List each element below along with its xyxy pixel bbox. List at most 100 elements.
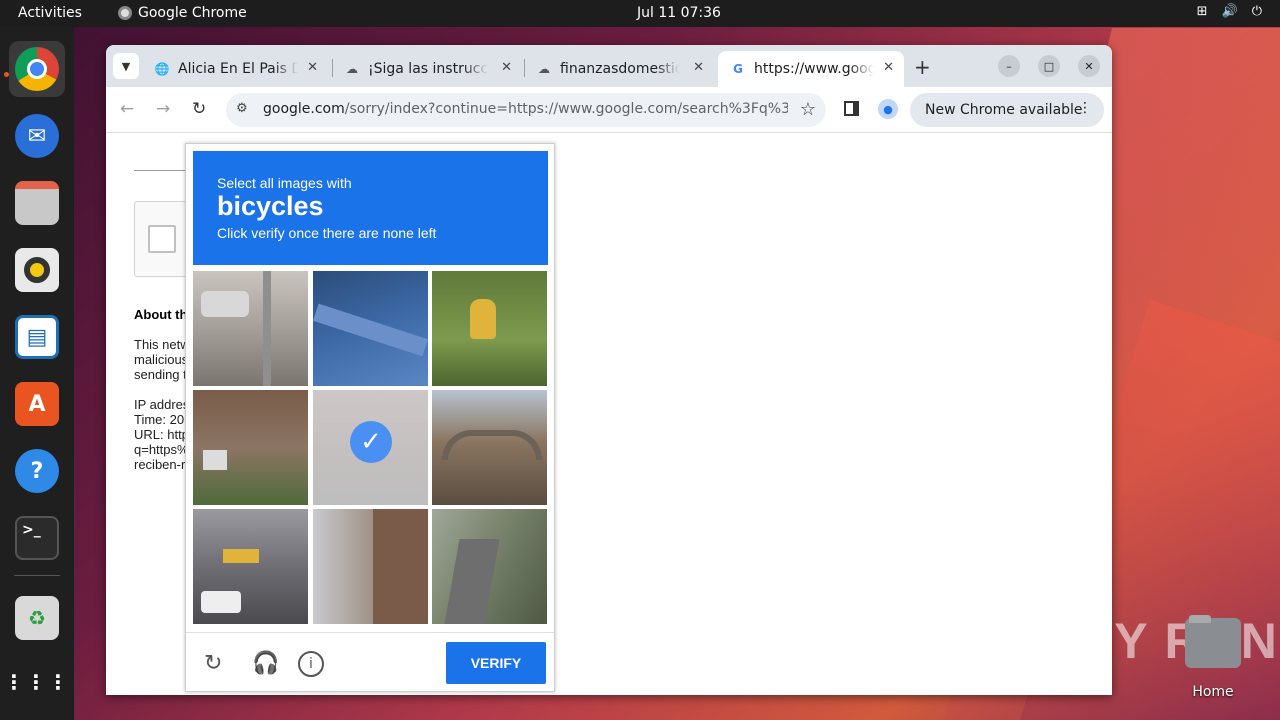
volume-icon: 🔊 xyxy=(1221,4,1238,19)
network-icon: ⊞ xyxy=(1196,4,1208,19)
tab-2[interactable]: ☁ ¡Siga las instrucciones ✕ xyxy=(332,51,522,87)
tab-title: ¡Siga las instrucciones xyxy=(368,61,488,77)
clock[interactable]: Jul 11 07:36 xyxy=(637,5,721,21)
thunderbird-icon: ✉ xyxy=(15,114,59,158)
dock-terminal[interactable]: >_ xyxy=(9,510,65,566)
files-icon xyxy=(15,181,59,225)
image-tile[interactable] xyxy=(193,271,308,386)
help-icon: ? xyxy=(15,449,59,493)
info-icon[interactable]: i xyxy=(298,651,324,677)
recaptcha-checkbox[interactable] xyxy=(148,225,176,253)
dock-files[interactable] xyxy=(9,175,65,231)
side-panel-icon[interactable] xyxy=(844,101,859,116)
dock-rhythmbox[interactable] xyxy=(9,242,65,298)
challenge-target: bicycles xyxy=(217,191,324,221)
info-line: Time: 20 xyxy=(134,412,185,427)
libreoffice-writer-icon: ▤ xyxy=(15,315,59,359)
globe-icon: 🌐 xyxy=(154,62,170,76)
info-line: reciben-r xyxy=(134,457,186,472)
verify-button[interactable]: VERIFY xyxy=(446,642,546,684)
trash-icon: ♻ xyxy=(15,596,59,640)
reload-button[interactable]: ↻ xyxy=(192,99,206,119)
minimize-button[interactable]: – xyxy=(998,55,1020,77)
tab-strip: ▼ 🌐 Alicia En El Pais De ✕ ☁ ¡Siga las i… xyxy=(106,45,1112,87)
close-tab-icon[interactable]: ✕ xyxy=(883,60,894,75)
challenge-header: Select all images with bicycles Click ve… xyxy=(193,151,548,265)
dock-writer[interactable]: ▤ xyxy=(9,309,65,365)
image-grid: ✓ xyxy=(193,271,548,626)
close-tab-icon[interactable]: ✕ xyxy=(693,60,704,75)
rhythmbox-icon xyxy=(15,248,59,292)
paragraph-line: malicious xyxy=(134,352,189,367)
instruction-top: Select all images with xyxy=(217,175,352,191)
update-chrome-button[interactable]: New Chrome available ⋮ xyxy=(910,93,1104,127)
chrome-icon xyxy=(118,6,132,20)
dock-app-center[interactable]: A xyxy=(9,376,65,432)
image-tile[interactable] xyxy=(193,509,308,624)
app-menu[interactable]: Google Chrome xyxy=(118,5,247,21)
back-button[interactable]: ← xyxy=(120,99,134,119)
close-tab-icon[interactable]: ✕ xyxy=(307,60,318,75)
tab-4-active[interactable]: G https://www.google.com ✕ xyxy=(718,51,904,87)
dock-thunderbird[interactable]: ✉ xyxy=(9,108,65,164)
desktop-home-folder[interactable]: Home xyxy=(1183,615,1243,700)
dock-show-apps[interactable]: ⋮⋮⋮ xyxy=(4,654,70,710)
close-icon: ✕ xyxy=(1084,59,1094,73)
tab-search-button[interactable]: ▼ xyxy=(113,53,139,79)
audio-challenge-icon[interactable]: 🎧 xyxy=(252,651,279,676)
bookmark-star-icon[interactable]: ☆ xyxy=(800,99,816,120)
minimize-icon: – xyxy=(1006,59,1012,73)
image-tile[interactable] xyxy=(432,509,547,624)
site-info-icon[interactable]: ⚙ xyxy=(236,101,248,116)
url-text[interactable]: google.com/sorry/index?continue=https://… xyxy=(263,101,788,117)
image-tile[interactable] xyxy=(193,390,308,505)
image-tile[interactable] xyxy=(313,271,428,386)
google-icon: G xyxy=(733,62,743,76)
forward-button[interactable]: → xyxy=(156,99,170,119)
chrome-icon xyxy=(15,47,59,91)
image-tile-selected[interactable]: ✓ xyxy=(313,390,428,505)
dock-chrome[interactable] xyxy=(9,41,65,97)
loading-icon: ☁ xyxy=(538,62,550,76)
home-label: Home xyxy=(1192,684,1234,700)
kebab-menu-icon[interactable]: ⋮ xyxy=(1078,100,1092,116)
checkmark-icon: ✓ xyxy=(350,421,392,463)
tab-1[interactable]: 🌐 Alicia En El Pais De ✕ xyxy=(142,51,328,87)
activities-button[interactable]: Activities xyxy=(18,5,82,21)
tab-title: Alicia En El Pais De xyxy=(178,61,298,77)
dock-help[interactable]: ? xyxy=(9,443,65,499)
terminal-icon: >_ xyxy=(15,516,59,560)
loading-icon: ☁ xyxy=(346,62,358,76)
dock-trash[interactable]: ♻ xyxy=(9,590,65,646)
update-label: New Chrome available xyxy=(925,102,1083,118)
toolbar: ← → ↻ ⚙ google.com/sorry/index?continue=… xyxy=(106,87,1112,133)
reload-challenge-icon[interactable]: ↻ xyxy=(204,651,222,676)
recaptcha-challenge: Select all images with bicycles Click ve… xyxy=(185,143,555,692)
close-tab-icon[interactable]: ✕ xyxy=(501,60,512,75)
folder-icon xyxy=(1185,615,1241,668)
image-tile[interactable] xyxy=(313,509,428,624)
tab-title: https://www.google.com xyxy=(754,61,874,77)
new-tab-button[interactable]: + xyxy=(914,55,931,79)
maximize-button[interactable]: □ xyxy=(1038,55,1060,77)
info-line: q=https% xyxy=(134,442,189,457)
top-bar: Activities Google Chrome Jul 11 07:36 ⊞ … xyxy=(0,0,1280,27)
address-bar[interactable]: ⚙ google.com/sorry/index?continue=https:… xyxy=(226,93,826,127)
tab-title: finanzasdomesticas xyxy=(560,61,680,77)
system-tray[interactable]: ⊞ 🔊 ⏻ xyxy=(1197,4,1262,19)
tab-3[interactable]: ☁ finanzasdomesticas ✕ xyxy=(524,51,714,87)
maximize-icon: □ xyxy=(1043,59,1055,73)
image-tile[interactable] xyxy=(432,271,547,386)
profile-icon[interactable]: ● xyxy=(878,99,898,119)
info-line: URL: http xyxy=(134,427,189,442)
paragraph-line: sending t xyxy=(134,367,187,382)
instruction-bottom: Click verify once there are none left xyxy=(217,225,437,241)
image-tile[interactable] xyxy=(432,390,547,505)
info-line: IP addres xyxy=(134,397,190,412)
show-apps-icon: ⋮⋮⋮ xyxy=(4,670,70,694)
chevron-down-icon: ▼ xyxy=(121,59,131,73)
close-window-button[interactable]: ✕ xyxy=(1078,55,1100,77)
paragraph-line: This netw xyxy=(134,337,190,352)
app-name-label: Google Chrome xyxy=(138,5,247,21)
challenge-footer: ↻ 🎧 i VERIFY xyxy=(186,632,554,692)
